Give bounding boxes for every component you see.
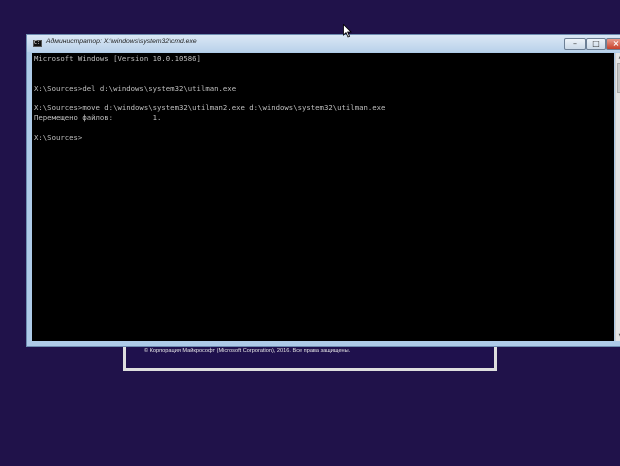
scroll-down-arrow-icon[interactable]: ▼	[616, 332, 620, 341]
console-line: X:\Sources>move d:\windows\system32\util…	[34, 103, 386, 113]
console-text: Microsoft Windows [Version 10.0.10586] X…	[34, 54, 385, 143]
scroll-up-arrow-icon[interactable]: ▲	[616, 53, 620, 62]
console-prompt[interactable]: X:\Sources>	[34, 133, 385, 143]
maximize-button[interactable]: □	[586, 38, 606, 50]
vertical-scrollbar[interactable]: ▲ ▼	[615, 53, 620, 341]
setup-copyright: © Корпорация Майкрософт (Microsoft Corpo…	[144, 348, 351, 354]
mouse-cursor-icon	[343, 24, 352, 38]
minimize-button[interactable]: –	[564, 38, 586, 50]
close-button[interactable]: ×	[606, 38, 620, 50]
console-line: Перемещено файлов: 1.	[34, 113, 162, 123]
console-output[interactable]: Microsoft Windows [Version 10.0.10586] X…	[32, 53, 614, 341]
cmd-window[interactable]: C: Администратор: X:\windows\system32\cm…	[26, 34, 620, 347]
console-icon: C:	[33, 40, 42, 47]
window-title: Администратор: X:\windows\system32\cmd.e…	[46, 38, 197, 45]
console-line: X:\Sources>del d:\windows\system32\utilm…	[34, 83, 237, 93]
console-line: Microsoft Windows [Version 10.0.10586]	[34, 54, 201, 63]
title-bar[interactable]: C: Администратор: X:\windows\system32\cm…	[27, 35, 620, 52]
